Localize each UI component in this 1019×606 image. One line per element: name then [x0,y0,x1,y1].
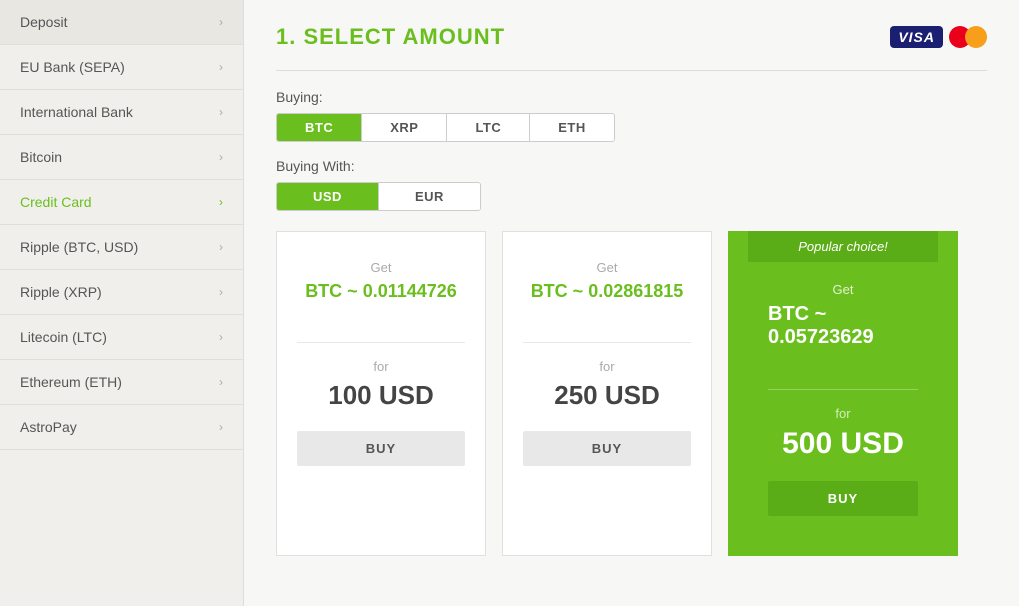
chevron-right-icon: › [219,420,223,434]
card-divider [523,342,691,343]
usd-value: 250 USD [554,380,660,411]
for-label: for [599,359,614,374]
sidebar-item-label: Credit Card [20,194,92,210]
chevron-right-icon: › [219,240,223,254]
section-title: 1. SELECT AMOUNT [276,24,505,50]
currency-toggle-group: USDEUR [276,182,481,211]
sidebar-item-ripple-btc[interactable]: Ripple (BTC, USD) › [0,225,243,270]
currency-option-usd[interactable]: USD [277,183,379,210]
sidebar-item-credit-card[interactable]: Credit Card › [0,180,243,225]
sidebar-item-label: Litecoin (LTC) [20,329,107,345]
chevron-right-icon: › [219,60,223,74]
chevron-right-icon: › [219,330,223,344]
price-card-2: Popular choice! Get BTC ~ 0.05723629 for… [728,231,958,556]
card-inner: Get BTC ~ 0.05723629 for 500 USD BUY [748,282,938,536]
get-label: Get [833,282,854,297]
sidebar-item-international-bank[interactable]: International Bank › [0,90,243,135]
visa-logo: VISA [890,26,943,48]
sidebar-item-bitcoin[interactable]: Bitcoin › [0,135,243,180]
chevron-right-icon: › [219,375,223,389]
sidebar-item-eu-bank[interactable]: EU Bank (SEPA) › [0,45,243,90]
sidebar-item-label: EU Bank (SEPA) [20,59,125,75]
buying-option-btc[interactable]: BTC [277,114,362,141]
chevron-right-icon: › [219,15,223,29]
price-card-1: Get BTC ~ 0.02861815 for 250 USD BUY [502,231,712,556]
main-content: 1. SELECT AMOUNT VISA Buying: BTCXRPLTCE… [244,0,1019,606]
card-divider [297,342,465,343]
sidebar: Deposit›EU Bank (SEPA)›International Ban… [0,0,244,606]
sidebar-item-litecoin[interactable]: Litecoin (LTC) › [0,315,243,360]
buying-option-xrp[interactable]: XRP [362,114,447,141]
buying-with-label: Buying With: [276,158,987,174]
header-divider [276,70,987,71]
btc-value: BTC ~ 0.05723629 [768,303,918,349]
for-label: for [373,359,388,374]
popular-badge: Popular choice! [748,231,938,262]
sidebar-item-ethereum[interactable]: Ethereum (ETH) › [0,360,243,405]
get-label: Get [371,260,392,275]
usd-value: 100 USD [328,380,434,411]
buying-label: Buying: [276,89,987,105]
get-label: Get [597,260,618,275]
sidebar-item-label: Deposit [20,14,67,30]
sidebar-item-label: Bitcoin [20,149,62,165]
chevron-right-icon: › [219,150,223,164]
buy-button[interactable]: BUY [523,431,691,466]
buying-option-ltc[interactable]: LTC [447,114,530,141]
sidebar-item-astropay[interactable]: AstroPay › [0,405,243,450]
buy-button[interactable]: BUY [297,431,465,466]
btc-value: BTC ~ 0.02861815 [531,281,684,302]
card-divider [768,389,918,390]
usd-value: 500 USD [782,427,904,461]
mastercard-logo [949,24,987,50]
buying-option-eth[interactable]: ETH [530,114,614,141]
sidebar-item-label: AstroPay [20,419,77,435]
sidebar-item-label: Ripple (BTC, USD) [20,239,138,255]
buying-toggle-group: BTCXRPLTCETH [276,113,615,142]
main-header: 1. SELECT AMOUNT VISA [276,24,987,50]
for-label: for [835,406,850,421]
price-cards-container: Get BTC ~ 0.01144726 for 100 USD BUY Get… [276,231,987,556]
chevron-right-icon: › [219,195,223,209]
chevron-right-icon: › [219,285,223,299]
buy-button[interactable]: BUY [768,481,918,516]
sidebar-item-label: International Bank [20,104,133,120]
payment-logos: VISA [890,24,987,50]
sidebar-item-label: Ethereum (ETH) [20,374,122,390]
currency-option-eur[interactable]: EUR [379,183,480,210]
btc-value: BTC ~ 0.01144726 [305,281,457,302]
sidebar-item-label: Ripple (XRP) [20,284,102,300]
sidebar-item-ripple-xrp[interactable]: Ripple (XRP) › [0,270,243,315]
sidebar-item-deposit[interactable]: Deposit › [0,0,243,45]
price-card-0: Get BTC ~ 0.01144726 for 100 USD BUY [276,231,486,556]
chevron-right-icon: › [219,105,223,119]
